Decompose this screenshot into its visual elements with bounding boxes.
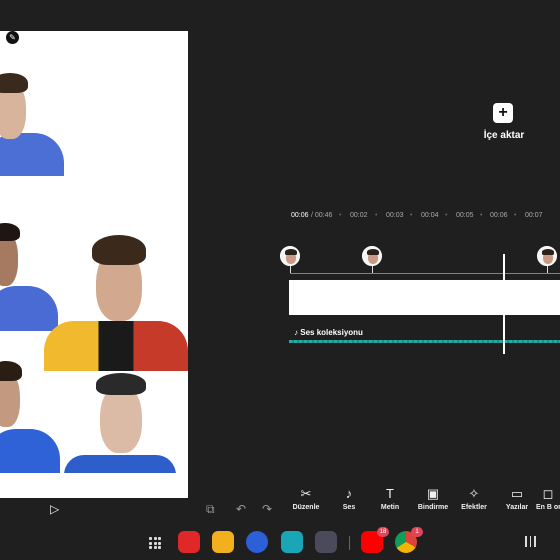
notification-badge: 1 xyxy=(411,527,423,537)
audio-waveform[interactable] xyxy=(289,340,560,343)
chrome-app[interactable]: 1 xyxy=(395,527,423,553)
plus-icon[interactable]: + xyxy=(493,103,513,123)
screen-off-icon[interactable]: ⧉ xyxy=(206,502,215,517)
recents-button[interactable] xyxy=(525,536,537,548)
sparkle-icon: ✧ xyxy=(468,486,480,501)
flipboard-app[interactable] xyxy=(178,531,200,553)
screen: ✎ ▷ ⧉ ↶ ↷ + İçe aktar 00:06 / 00:46 • 00… xyxy=(0,0,560,560)
camera-app[interactable] xyxy=(315,531,337,553)
undo-icon[interactable]: ↶ xyxy=(236,502,246,516)
dock-separator xyxy=(349,536,350,550)
clip-thumbnail[interactable] xyxy=(362,246,382,266)
redo-icon[interactable]: ↷ xyxy=(262,502,272,516)
preview-controls: ▷ ⧉ ↶ ↷ xyxy=(0,498,280,522)
player-photo-5 xyxy=(64,371,176,473)
game-app[interactable] xyxy=(246,531,268,553)
player-photo-3 xyxy=(44,221,188,371)
clip-thumbnail[interactable] xyxy=(537,246,557,266)
tool-ses[interactable]: ♪ Ses xyxy=(328,486,370,511)
tool-duzenle[interactable]: ✂ Düzenle xyxy=(285,486,327,511)
current-time: 00:06 xyxy=(291,212,309,219)
play-icon[interactable]: ▷ xyxy=(50,502,64,516)
tool-bindirme[interactable]: ▣ Bindirme xyxy=(412,486,454,511)
tick-label: 00:07 xyxy=(525,212,543,219)
pencil-icon[interactable]: ✎ xyxy=(6,31,19,44)
my-files-app[interactable] xyxy=(212,531,234,553)
audio-track-label[interactable]: ♪ Ses koleksiyonu xyxy=(294,328,363,337)
editor-toolbar: ✂ Düzenle ♪ Ses T Metin ▣ Bindirme ✧ Efe… xyxy=(280,486,560,520)
tool-efektler[interactable]: ✧ Efektler xyxy=(453,486,495,511)
tick-label: 00:06 xyxy=(490,212,508,219)
aspect-ratio-icon: ◻ xyxy=(542,486,554,501)
taskbar: 18 1 xyxy=(0,524,560,560)
timeline-ruler: 00:06 / 00:46 • 00:02 • 00:03 • 00:04 • … xyxy=(291,212,543,219)
calendar-app[interactable] xyxy=(281,531,303,553)
overlay-icon: ▣ xyxy=(426,486,440,501)
clip-boundary-line xyxy=(290,273,560,274)
subtitles-icon: ▭ xyxy=(510,486,524,501)
player-photo-4 xyxy=(0,341,60,473)
tool-yazilar[interactable]: ▭ Yazılar xyxy=(496,486,538,511)
video-track[interactable] xyxy=(289,280,560,315)
clip-thumbnail[interactable] xyxy=(280,246,300,266)
tick-label: 00:02 xyxy=(350,212,368,219)
import-label[interactable]: İçe aktar xyxy=(478,130,530,141)
notification-badge: 18 xyxy=(377,527,389,537)
player-photo-1 xyxy=(0,51,64,176)
music-note-icon: ♪ xyxy=(345,486,353,501)
youtube-app[interactable]: 18 xyxy=(361,527,389,553)
video-preview[interactable]: ✎ xyxy=(0,31,188,498)
total-time: / 00:46 xyxy=(311,212,333,219)
tool-metin[interactable]: T Metin xyxy=(369,486,411,511)
playhead[interactable] xyxy=(503,254,505,354)
tick-label: 00:05 xyxy=(456,212,474,219)
tick-label: 00:04 xyxy=(421,212,439,219)
music-note-icon: ♪ xyxy=(294,328,298,337)
tick-label: 00:03 xyxy=(386,212,404,219)
timeline[interactable]: ♪ Ses koleksiyonu xyxy=(280,240,560,360)
tool-en-boy-orani[interactable]: ◻ En B ora xyxy=(536,486,560,511)
app-drawer-icon[interactable] xyxy=(149,537,161,549)
text-icon: T xyxy=(386,486,394,501)
scissors-icon: ✂ xyxy=(300,486,312,501)
